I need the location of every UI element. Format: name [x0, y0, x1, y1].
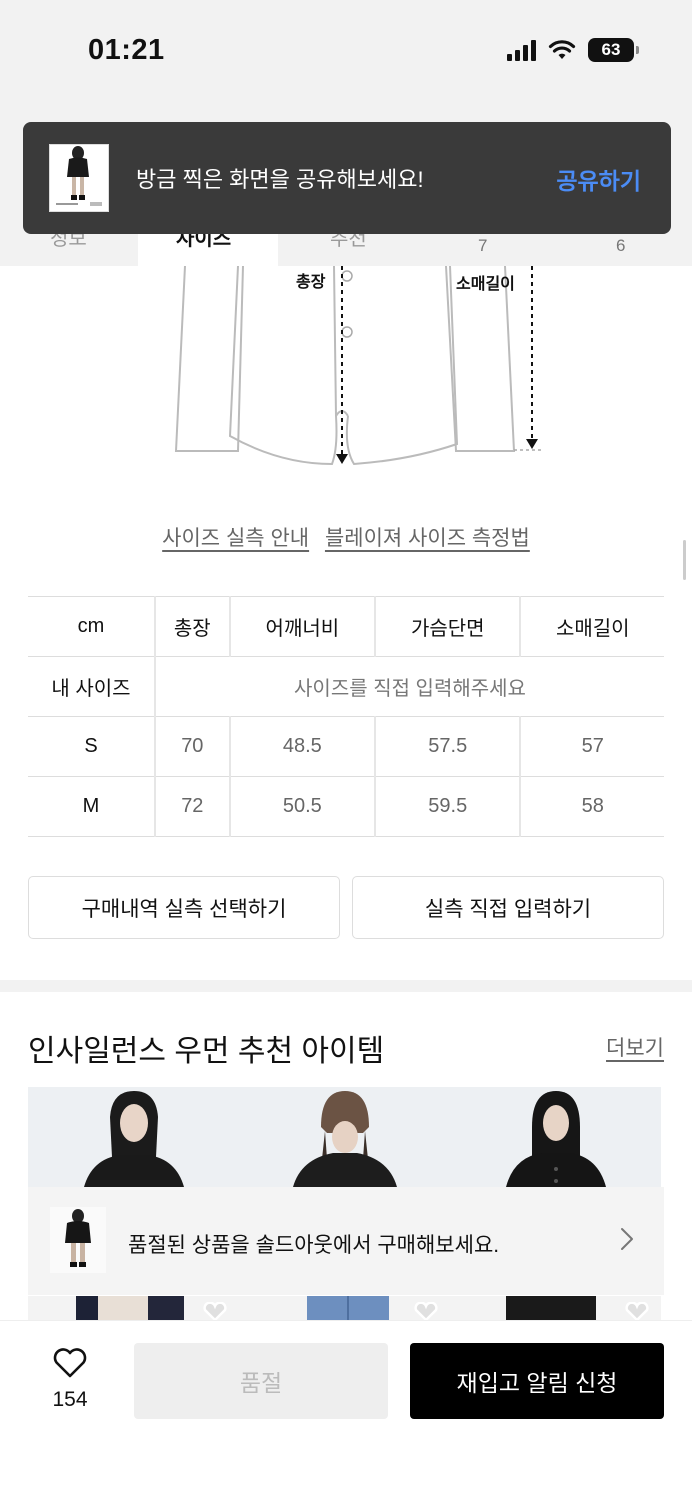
- my-size-row[interactable]: 내 사이즈 사이즈를 직접 입력해주세요: [28, 656, 664, 717]
- table-header-row: cm 총장 어깨너비 가슴단면 소매길이: [28, 596, 664, 657]
- share-button[interactable]: 공유하기: [556, 162, 641, 196]
- table-cell: 57.5: [374, 716, 521, 777]
- toast-message: 방금 찍은 화면을 공유해보세요!: [136, 167, 424, 192]
- size-table: cm 총장 어깨너비 가슴단면 소매길이 내 사이즈 사이즈를 직접 입력해주세…: [28, 596, 664, 837]
- like-count: 154: [52, 1388, 88, 1411]
- header-cell: 가슴단면: [374, 596, 521, 657]
- battery-icon: 63: [588, 38, 639, 62]
- header-cell: 어깨너비: [228, 596, 376, 657]
- size-guide-link[interactable]: 사이즈 실측 안내: [162, 527, 309, 550]
- size-label: S: [28, 716, 155, 777]
- table-cell: 70: [154, 716, 230, 777]
- signal-icon: [507, 39, 536, 61]
- blazer-size-illustration: 총장 소매길이: [160, 265, 560, 476]
- soldout-button: 품절: [134, 1343, 388, 1419]
- more-link[interactable]: 더보기: [606, 1032, 664, 1062]
- share-toast: 방금 찍은 화면을 공유해보세요! 공유하기: [23, 122, 671, 234]
- table-cell: 50.5: [228, 776, 376, 837]
- heart-outline-icon[interactable]: [202, 1302, 228, 1322]
- measure-method-link[interactable]: 블레이져 사이즈 측정법: [325, 527, 530, 550]
- size-guide-links: 사이즈 실측 안내 블레이져 사이즈 측정법: [0, 522, 692, 552]
- my-size-label: 내 사이즈: [28, 656, 155, 717]
- screenshot-thumbnail[interactable]: [49, 144, 109, 212]
- like-button[interactable]: 154: [34, 1347, 106, 1412]
- table-cell: 58: [519, 776, 664, 837]
- soldout-thumbnail: [50, 1207, 106, 1273]
- recommend-title: 인사일런스 우먼 추천 아이템: [28, 1035, 385, 1068]
- header-cell: 총장: [154, 596, 230, 657]
- product-image[interactable]: [450, 1087, 661, 1187]
- unit-cell: cm: [28, 596, 155, 657]
- table-cell: 57: [519, 716, 664, 777]
- section-divider: [0, 980, 692, 992]
- size-label: M: [28, 776, 155, 837]
- heart-outline-icon[interactable]: [624, 1302, 650, 1322]
- length-label: 총장: [296, 274, 326, 291]
- table-cell: 59.5: [374, 776, 521, 837]
- wifi-icon: [548, 40, 576, 59]
- size-number: 7: [478, 236, 488, 255]
- product-image[interactable]: [239, 1087, 450, 1187]
- scrollbar[interactable]: [683, 540, 686, 580]
- manual-measure-input-button[interactable]: 실측 직접 입력하기: [352, 876, 664, 939]
- header-cell: 소매길이: [519, 596, 664, 657]
- soldout-message: 품절된 상품을 솔드아웃에서 구매해보세요.: [128, 1234, 500, 1257]
- status-time: 01:21: [88, 34, 165, 66]
- sleeve-label: 소매길이: [456, 276, 515, 293]
- status-bar: 01:21 63: [0, 0, 692, 100]
- select-purchase-measure-button[interactable]: 구매내역 실측 선택하기: [28, 876, 340, 939]
- measure-button-row: 구매내역 실측 선택하기 실측 직접 입력하기: [28, 876, 664, 939]
- soldout-banner[interactable]: 품절된 상품을 솔드아웃에서 구매해보세요.: [28, 1187, 664, 1295]
- restock-alert-button[interactable]: 재입고 알림 신청: [410, 1343, 664, 1419]
- table-row: S 70 48.5 57.5 57: [28, 716, 664, 777]
- product-image[interactable]: [28, 1087, 239, 1187]
- heart-icon: [53, 1348, 87, 1378]
- bottom-action-bar: 154 품절 재입고 알림 신청: [0, 1320, 692, 1500]
- status-icons: 63: [507, 38, 639, 62]
- chevron-right-icon: [621, 1228, 633, 1250]
- size-number: 6: [616, 236, 626, 255]
- heart-outline-icon[interactable]: [413, 1302, 439, 1322]
- table-cell: 72: [154, 776, 230, 837]
- table-row: M 72 50.5 59.5 58: [28, 776, 664, 837]
- table-cell: 48.5: [228, 716, 376, 777]
- my-size-input[interactable]: 사이즈를 직접 입력해주세요: [154, 656, 664, 717]
